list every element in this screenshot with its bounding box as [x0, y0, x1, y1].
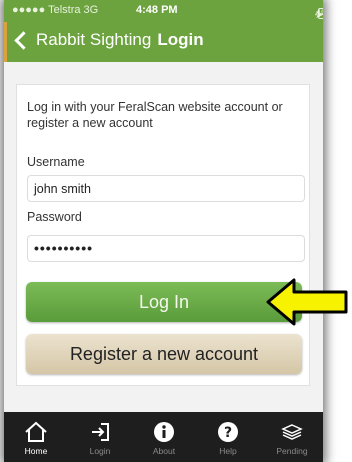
login-icon: [68, 418, 132, 446]
tab-bar: Home Login About ? Help Pending: [4, 412, 323, 462]
help-icon: ?: [196, 418, 260, 446]
tab-home-label: Home: [24, 446, 48, 456]
tab-about-label: About: [152, 446, 176, 456]
clock: 4:48 PM: [136, 4, 178, 16]
phone-screen: ●●●●● Telstra 3G 4:48 PM ➤ 4% Rabbit Sig…: [4, 0, 323, 462]
login-instructions: Log in with your FeralScan website accou…: [27, 100, 283, 130]
navigation-bar: Rabbit Sighting Login: [4, 22, 323, 62]
battery-icon: [318, 8, 323, 19]
username-label: Username: [27, 155, 85, 169]
tab-login[interactable]: Login: [68, 412, 132, 462]
login-button[interactable]: Log In: [26, 282, 302, 322]
tab-help-label: Help: [219, 446, 237, 456]
password-field[interactable]: ••••••••••: [27, 235, 305, 262]
register-button[interactable]: Register a new account: [26, 334, 302, 374]
back-label: Rabbit Sighting: [36, 30, 152, 49]
back-button[interactable]: Rabbit Sighting Login: [14, 30, 204, 50]
svg-text:?: ?: [224, 425, 232, 441]
username-field[interactable]: john smith: [27, 175, 305, 202]
tab-pending-label: Pending: [276, 446, 308, 456]
password-label: Password: [27, 210, 82, 224]
info-icon: [132, 418, 196, 446]
status-bar: ●●●●● Telstra 3G 4:48 PM ➤ 4%: [4, 0, 323, 22]
carrier-label: ●●●●● Telstra 3G: [12, 4, 99, 16]
pointer-arrow-icon: [266, 278, 348, 326]
tab-home[interactable]: Home: [4, 412, 68, 462]
home-icon: [4, 418, 68, 446]
chevron-left-icon: [14, 31, 33, 50]
tab-login-label: Login: [89, 446, 111, 456]
tab-help[interactable]: ? Help: [196, 412, 260, 462]
tab-pending[interactable]: Pending: [260, 412, 323, 462]
layers-icon: [260, 418, 323, 446]
page-title: Login: [157, 30, 204, 49]
tab-about[interactable]: About: [132, 412, 196, 462]
